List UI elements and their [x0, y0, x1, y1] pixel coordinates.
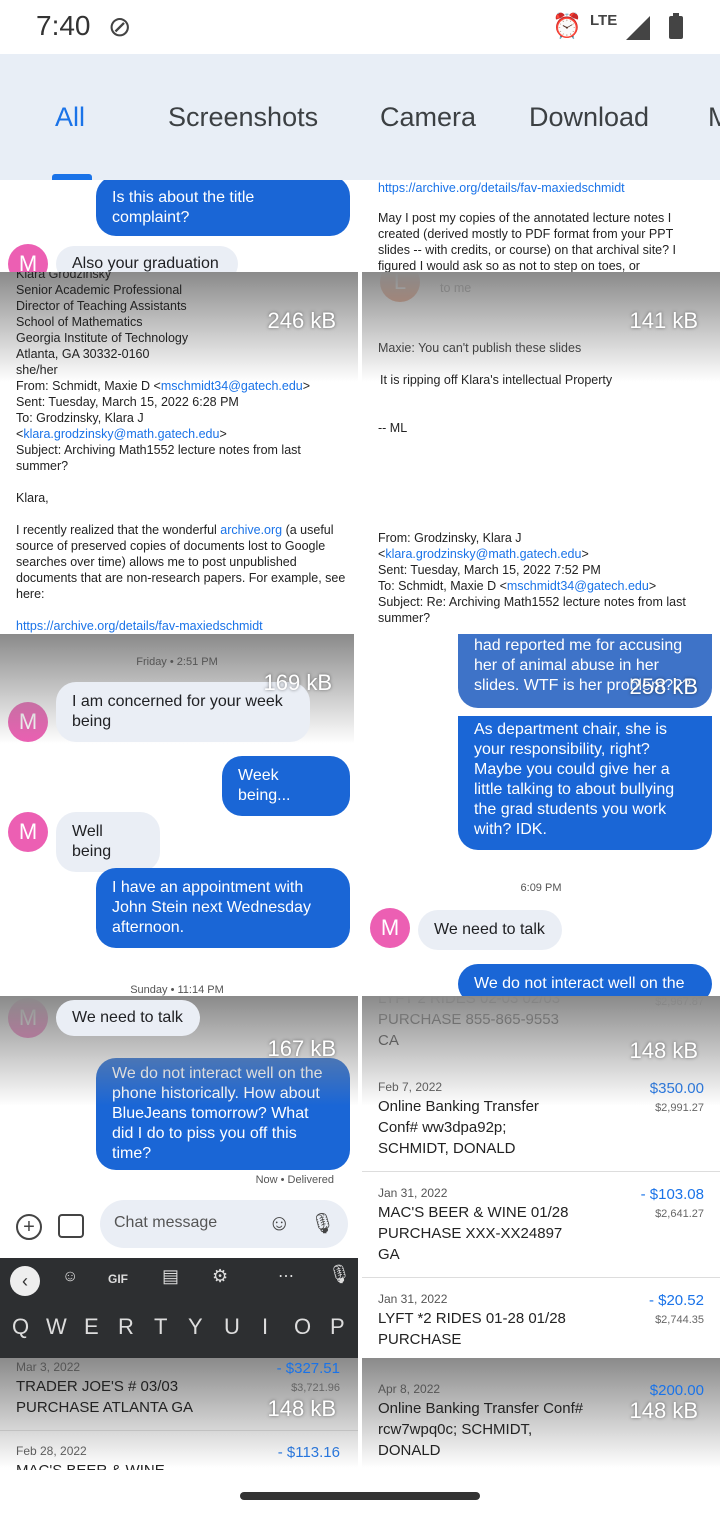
- avatar: M: [8, 812, 48, 852]
- transaction-desc: TRADER JOE'S # 03/03 PURCHASE ATLANTA GA: [16, 1378, 193, 1416]
- transaction-desc: MAC'S BEER & WINE: [16, 1460, 165, 1470]
- thumbnail-chat-1[interactable]: Is this about the title complaint? M Als…: [0, 180, 358, 272]
- transaction-row: Jan 31, 2022 LYFT *2 RIDES 01-28 01/28 P…: [378, 1292, 704, 1348]
- message-incoming: Well being: [56, 812, 160, 872]
- file-size: 258 kB: [629, 674, 699, 699]
- message-outgoing: As department chair, she is your respons…: [458, 716, 712, 850]
- clock: 7:40: [36, 10, 91, 41]
- thumbnail-bank-1[interactable]: LYFT 2 RIDES 02-03 02/03 PURCHASE 855-86…: [362, 996, 720, 1358]
- file-size: 169 kB: [263, 670, 333, 695]
- transaction-balance: $2,967.87: [655, 996, 704, 1008]
- battery-icon: [669, 13, 683, 39]
- transaction-date: Apr 8, 2022: [378, 1382, 441, 1396]
- file-size: 148 kB: [267, 1396, 337, 1421]
- thumbnail-bank-2[interactable]: Mar 3, 2022 TRADER JOE'S # 03/03 PURCHAS…: [0, 1358, 358, 1470]
- reply-line: It is ripping off Klara's intellectual P…: [380, 373, 613, 387]
- collapse-icon[interactable]: ‹: [10, 1266, 40, 1296]
- transaction-balance: $3,721.96: [291, 1382, 340, 1394]
- clipboard-icon[interactable]: ▤: [162, 1266, 179, 1287]
- reply-line: Maxie: You can't publish these slides: [378, 341, 582, 355]
- more-icon[interactable]: ⋯: [278, 1266, 294, 1286]
- thumbnail-chat-2[interactable]: Friday • 2:51 PM 169 kB M I am concerned…: [0, 634, 354, 996]
- network-type: LTE: [590, 12, 618, 29]
- timestamp: Friday • 2:51 PM: [136, 656, 218, 668]
- reply-signature: -- ML: [378, 421, 408, 435]
- dnd-icon: ⊘: [108, 11, 132, 42]
- message-incoming: We need to talk: [418, 910, 562, 950]
- message-outgoing: We do not interact well on the phone his…: [96, 1058, 350, 1170]
- mic-icon[interactable]: 🎙: [310, 1211, 335, 1236]
- alarm-icon: ⏰: [552, 13, 582, 40]
- quoted-header: From: Grodzinsky, Klara J <klara.grodzin…: [378, 531, 686, 625]
- thumbnail-bank-3[interactable]: Apr 8, 2022 Online Banking Transfer Conf…: [362, 1358, 720, 1470]
- avatar: M: [370, 908, 410, 948]
- thumbnail-email-2[interactable]: 246 kB Klara Grodzinsky Senior Academic …: [0, 272, 358, 634]
- tab-camera[interactable]: Camera: [380, 102, 476, 133]
- chat-input[interactable]: Chat message ☺ 🎙: [100, 1200, 348, 1248]
- file-size: 167 kB: [267, 1036, 337, 1061]
- key-t[interactable]: T: [154, 1314, 167, 1340]
- tab-download[interactable]: Download: [529, 102, 649, 133]
- tab-bar: All Screenshots Camera Download M: [0, 54, 720, 180]
- settings-icon[interactable]: ⚙: [212, 1266, 228, 1287]
- timestamp: Sunday • 11:14 PM: [130, 984, 224, 996]
- message-outgoing: We do not interact well on the: [458, 964, 712, 996]
- home-indicator[interactable]: [240, 1492, 480, 1500]
- thumbnail-email-1[interactable]: https://archive.org/details/fav-maxiedsc…: [362, 180, 720, 272]
- delivery-status: Now • Delivered: [255, 1174, 334, 1186]
- avatar: M: [8, 998, 48, 1038]
- avatar: M: [8, 702, 48, 742]
- avatar: M: [8, 244, 48, 272]
- signal-icon: [626, 16, 650, 40]
- gif-button[interactable]: GIF: [108, 1272, 128, 1286]
- message-incoming: Also your graduation: [56, 246, 238, 272]
- timestamp: 6:09 PM: [520, 882, 562, 894]
- transaction-date: Mar 3, 2022: [16, 1360, 81, 1374]
- tab-screenshots[interactable]: Screenshots: [168, 102, 318, 133]
- transaction-desc: Online Banking Transfer Conf# rcw7wpq0c;…: [378, 1400, 584, 1459]
- file-size: 148 kB: [629, 1038, 699, 1063]
- transaction-amount: $200.00: [649, 1382, 704, 1399]
- keyboard: ‹ ☺ GIF ▤ ⚙ ⋯ 🎙 Q W E R T Y U I O P: [0, 1258, 358, 1358]
- add-icon[interactable]: +: [16, 1214, 42, 1240]
- thumbnail-email-3[interactable]: 141 kB L to me Maxie: You can't publish …: [362, 272, 720, 634]
- message-outgoing: I have an appointment with John Stein ne…: [96, 868, 350, 948]
- file-size: 148 kB: [629, 1398, 699, 1423]
- avatar: L: [380, 272, 420, 302]
- gallery-icon[interactable]: [58, 1214, 84, 1238]
- archive-link: https://archive.org/details/fav-maxiedsc…: [378, 181, 625, 195]
- emoji-icon[interactable]: ☺: [268, 1210, 290, 1236]
- key-q[interactable]: Q: [12, 1314, 29, 1340]
- key-u[interactable]: U: [224, 1314, 240, 1340]
- key-i[interactable]: I: [262, 1314, 268, 1340]
- transaction-row: Feb 7, 2022 Online Banking Transfer Conf…: [362, 1064, 720, 1172]
- key-w[interactable]: W: [46, 1314, 67, 1340]
- transaction-desc: LYFT 2 RIDES 02-03 02/03 PURCHASE 855-86…: [378, 996, 561, 1049]
- mic-icon[interactable]: 🎙: [328, 1264, 351, 1285]
- recipient-label: to me: [440, 281, 472, 295]
- transaction-amount: - $113.16: [277, 1444, 340, 1461]
- message-outgoing: Is this about the title complaint?: [96, 180, 350, 236]
- message-incoming: We need to talk: [56, 1000, 200, 1036]
- tab-more[interactable]: M: [708, 102, 720, 133]
- key-e[interactable]: E: [84, 1314, 99, 1340]
- key-p[interactable]: P: [330, 1314, 345, 1340]
- key-o[interactable]: O: [294, 1314, 311, 1340]
- sticker-icon[interactable]: ☺: [62, 1268, 78, 1286]
- transaction-date: Feb 28, 2022: [16, 1444, 87, 1458]
- email-body: May I post my copies of the annotated le…: [378, 211, 677, 272]
- file-size: 246 kB: [267, 308, 337, 333]
- divider: [0, 1430, 358, 1431]
- tab-all[interactable]: All: [55, 102, 85, 133]
- key-y[interactable]: Y: [188, 1314, 203, 1340]
- file-size: 141 kB: [629, 308, 699, 333]
- message-outgoing: Week being...: [222, 756, 350, 816]
- status-bar: 7:40 ⊘ ⏰ LTE: [0, 0, 720, 54]
- transaction-row: Jan 31, 2022 MAC'S BEER & WINE 01/28 PUR…: [362, 1172, 720, 1278]
- transaction-amount: - $327.51: [276, 1360, 340, 1377]
- key-r[interactable]: R: [118, 1314, 134, 1340]
- thumbnail-chat-3[interactable]: had reported me for accusing her of anim…: [362, 634, 720, 996]
